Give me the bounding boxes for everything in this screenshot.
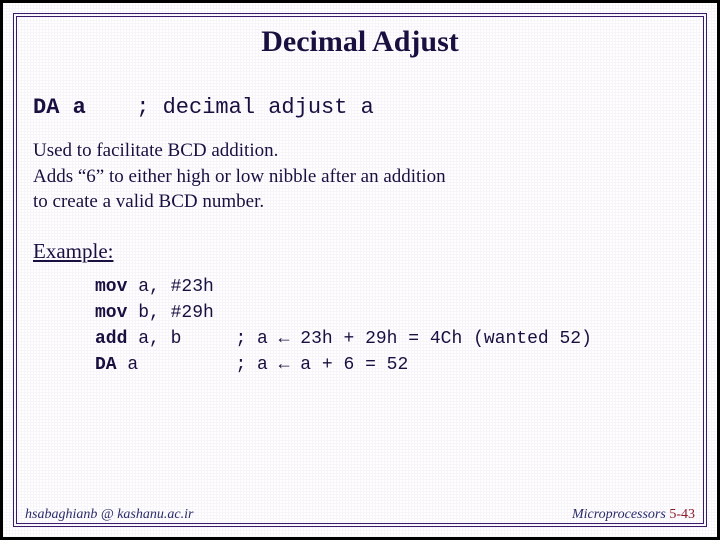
footer: hsabaghianb @ kashanu.ac.ir Microprocess… [25,507,695,523]
slide-title: Decimal Adjust [25,25,695,59]
code-op: mov [95,277,127,297]
code-args: b, #29h [138,303,214,323]
code-op: add [95,329,127,349]
code-line: add a, b ; a ← 23h + 29h = 4Ch (wanted 5… [95,329,592,349]
code-line: mov b, #29h [95,303,214,323]
code-op: mov [95,303,127,323]
code-args: a [127,355,138,375]
code-op: DA [95,355,117,375]
code-comment: ; a ← 23h + 29h = 4Ch (wanted 52) [235,329,591,349]
slide: Decimal Adjust DA a ; decimal adjust a U… [0,0,720,540]
description-line: to create a valid BCD number. [33,189,695,215]
footer-pagenum: 5-43 [669,507,695,522]
instruction-line: DA a ; decimal adjust a [33,95,695,120]
slide-content: Decimal Adjust DA a ; decimal adjust a U… [25,21,695,515]
instruction-mnemonic: DA a [33,95,123,120]
code-comment: ; a ← a + 6 = 52 [235,355,408,375]
description-line: Used to facilitate BCD addition. [33,138,695,164]
code-args: a, #23h [138,277,214,297]
footer-author: hsabaghianb @ kashanu.ac.ir [25,507,193,523]
instruction-comment: ; decimal adjust a [136,95,374,120]
code-block: mov a, #23h mov b, #29h add a, b ; a ← 2… [95,274,695,378]
footer-course: Microprocessors [572,507,666,522]
code-line: mov a, #23h [95,277,214,297]
code-args: a, b [138,329,181,349]
footer-right: Microprocessors 5-43 [572,507,695,523]
code-line: DA a ; a ← a + 6 = 52 [95,355,408,375]
description-block: Used to facilitate BCD addition. Adds “6… [33,138,695,215]
example-label: Example: [33,239,695,264]
description-line: Adds “6” to either high or low nibble af… [33,164,695,190]
